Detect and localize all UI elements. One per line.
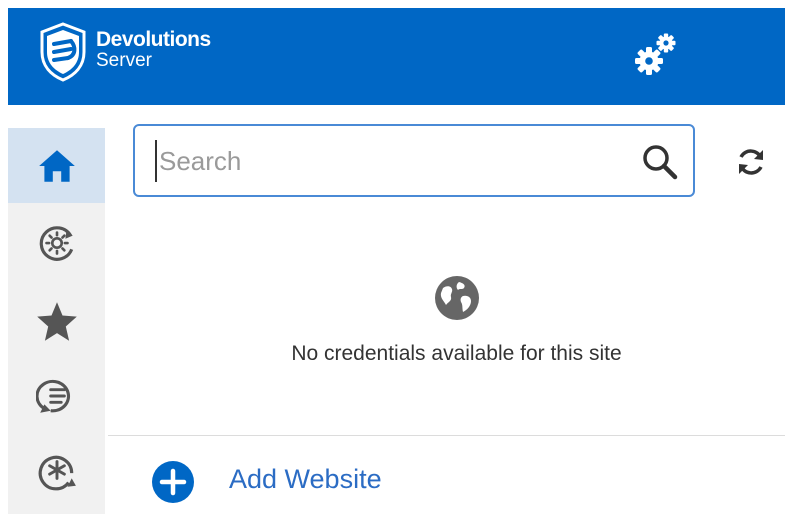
- asterisk-sync-icon: [38, 455, 76, 490]
- sidebar-item-generator[interactable]: [8, 433, 105, 508]
- gears-icon: [635, 33, 676, 75]
- recent-sun-icon: [39, 225, 73, 261]
- refresh-button[interactable]: [734, 144, 768, 180]
- add-website-label: Add Website: [229, 464, 382, 494]
- globe-icon: [433, 274, 481, 327]
- devolutions-shield-logo: [40, 22, 86, 82]
- search-icon[interactable]: [640, 142, 680, 187]
- search-input[interactable]: [155, 140, 625, 182]
- sidebar-item-favorites[interactable]: [8, 283, 105, 358]
- search-box: [133, 124, 695, 197]
- app-header: Devolutions Server: [8, 8, 785, 105]
- app-window: Devolutions Server Search No credentials…: [0, 0, 785, 514]
- add-website-button[interactable]: Add Website: [108, 436, 785, 514]
- sidebar-item-notes[interactable]: [8, 358, 105, 433]
- sidebar-item-recent[interactable]: [8, 205, 105, 280]
- sidebar-item-home[interactable]: [8, 128, 105, 203]
- sidebar-nav: [8, 128, 105, 514]
- refresh-icon: [739, 149, 763, 175]
- comment-list-icon: [35, 379, 70, 413]
- plus-circle-icon: [152, 461, 194, 503]
- settings-button[interactable]: [632, 30, 680, 78]
- brand-subtitle: Server: [96, 50, 152, 71]
- empty-state-message: No credentials available for this site: [291, 342, 622, 365]
- home-icon: [38, 149, 75, 182]
- brand-name: Devolutions: [96, 28, 211, 51]
- star-icon: [36, 301, 77, 341]
